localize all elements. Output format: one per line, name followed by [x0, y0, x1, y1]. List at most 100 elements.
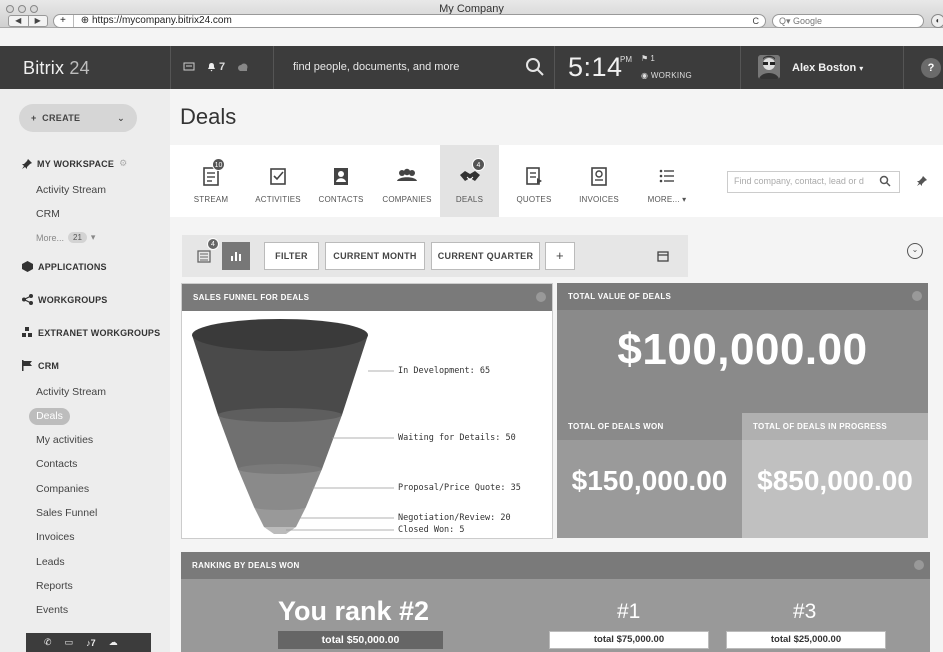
rank-3: #3 — [793, 600, 817, 623]
sidebar-item-events[interactable]: Events — [36, 604, 68, 616]
tab-deals[interactable]: DEALS — [440, 145, 499, 217]
global-search-input[interactable]: find people, documents, and more — [293, 61, 459, 73]
tab-invoices[interactable]: INVOICES — [570, 145, 628, 217]
working-status[interactable]: ◉ WORKING — [641, 71, 692, 80]
tasks-flag[interactable]: ⚑ 1 — [641, 54, 655, 63]
gear-icon[interactable] — [912, 291, 922, 301]
sidebar-item-leads[interactable]: Leads — [36, 556, 65, 568]
funnel-label-4: Negotiation/Review: 20 — [398, 513, 511, 523]
chevron-down-icon: ▾ — [90, 232, 96, 242]
ranking-widget: RANKING BY DEALS WON You rank #2 total $… — [181, 552, 930, 652]
create-button[interactable]: + CREATE ⌄ — [19, 104, 137, 132]
share-icon — [22, 294, 33, 305]
gear-icon[interactable]: ⚙ — [119, 158, 127, 169]
globe-icon: ⊕ — [80, 15, 90, 26]
contacts-icon — [334, 168, 348, 185]
extranet-icon — [22, 327, 32, 337]
bell-icon — [208, 63, 215, 72]
funnel-label-5: Closed Won: 5 — [398, 525, 465, 535]
rank-3-total: total $25,000.00 — [726, 631, 886, 649]
deals-in-progress-amount: $850,000.00 — [757, 465, 913, 496]
chevron-down-icon[interactable]: ⌄ — [907, 243, 923, 259]
add-filter-button[interactable]: + — [545, 242, 575, 270]
window-titlebar: My Company ◀ ▶ + ⊕ https://mycompany.bit… — [0, 0, 943, 28]
tab-contacts[interactable]: CONTACTS — [313, 145, 369, 217]
sidebar-section-applications[interactable]: APPLICATIONS — [22, 261, 107, 272]
gear-icon[interactable] — [914, 560, 924, 570]
add-bookmark-icon[interactable]: + — [60, 15, 74, 27]
current-month-button[interactable]: CURRENT MONTH — [325, 242, 425, 270]
sidebar-more[interactable]: More... 21 ▾ — [36, 232, 95, 243]
notifications-bell[interactable]: 7 — [207, 61, 225, 73]
funnel-stage-5[interactable] — [264, 527, 296, 534]
tab-activities[interactable]: ACTIVITIES — [249, 145, 307, 217]
sidebar-item-my-activities[interactable]: My activities — [36, 434, 93, 446]
user-menu[interactable]: Alex Boston ▾ — [792, 62, 863, 74]
sidebar-item-reports[interactable]: Reports — [36, 580, 73, 592]
bar-chart-icon — [231, 252, 241, 261]
gear-icon[interactable] — [536, 292, 546, 302]
funnel-rim-2 — [218, 408, 342, 422]
current-quarter-button[interactable]: CURRENT QUARTER — [431, 242, 540, 270]
browser-search-input[interactable]: Q▾ Google — [772, 14, 924, 28]
sidebar-item-deals[interactable]: Deals — [29, 408, 70, 425]
sidebar-item-crm-activity-stream[interactable]: Activity Stream — [36, 386, 106, 398]
sidebar-section-extranet[interactable]: EXTRANET WORKGROUPS — [22, 327, 160, 338]
crm-search-input[interactable]: Find company, contact, lead or d — [727, 171, 900, 193]
pin-icon[interactable] — [917, 176, 927, 186]
calendar-icon[interactable] — [657, 251, 669, 262]
sidebar-item-contacts[interactable]: Contacts — [36, 458, 77, 470]
sidebar-item-activity-stream[interactable]: Activity Stream — [36, 184, 106, 196]
deals-badge: 4 — [472, 158, 485, 171]
deals-won-amount: $150,000.00 — [571, 465, 728, 496]
chat-icon[interactable] — [183, 62, 195, 72]
chevron-down-icon: ▾ — [859, 64, 864, 73]
sidebar-item-companies[interactable]: Companies — [36, 483, 89, 495]
page-title: Deals — [180, 104, 237, 129]
browser-action-icon[interactable]: ◐ — [931, 14, 943, 28]
chat-icon[interactable]: ▭ — [65, 637, 74, 648]
bottom-toolbar: ✆ ▭ ♪7 ☁ — [26, 633, 151, 652]
funnel-label-2: Waiting for Details: 50 — [398, 433, 516, 443]
your-rank: You rank #2 — [278, 596, 430, 626]
cloud-icon[interactable] — [237, 63, 249, 72]
sidebar-item-sales-funnel[interactable]: Sales Funnel — [36, 507, 97, 519]
funnel-stage-2[interactable] — [218, 415, 342, 469]
rank-1-total: total $75,000.00 — [549, 631, 709, 649]
search-icon[interactable] — [879, 175, 891, 187]
tab-quotes[interactable]: QUOTES — [508, 145, 560, 217]
funnel-chart — [192, 319, 394, 534]
avatar[interactable] — [758, 55, 780, 79]
help-button[interactable]: ? — [921, 58, 941, 78]
cloud-icon[interactable]: ☁ — [109, 637, 118, 648]
back-icon[interactable]: ◀ — [9, 16, 29, 26]
sidebar-item-crm[interactable]: CRM — [36, 208, 60, 220]
widget-view-button[interactable] — [222, 242, 250, 270]
quotes-icon — [526, 167, 542, 185]
stream-badge: 10 — [212, 158, 225, 171]
tab-more[interactable]: MORE... ▾ — [638, 145, 696, 217]
url-text: https://mycompany.bitrix24.com — [91, 15, 232, 26]
forward-icon[interactable]: ▶ — [29, 16, 48, 26]
sidebar-section-crm[interactable]: CRM — [22, 360, 59, 371]
tab-stream[interactable]: STREAM — [182, 145, 240, 217]
chevron-down-icon: ⌄ — [117, 113, 125, 123]
total-value-title: TOTAL VALUE OF DEALS — [557, 283, 928, 310]
url-bar[interactable]: + ⊕ https://mycompany.bitrix24.com C — [53, 14, 766, 28]
sidebar-section-my-workspace[interactable]: MY WORKSPACE ⚙ — [22, 158, 127, 169]
funnel-top — [192, 319, 368, 351]
filter-button[interactable]: FILTER — [264, 242, 319, 270]
notifications-bell[interactable]: ♪7 — [86, 638, 96, 648]
reload-icon[interactable]: C — [753, 15, 760, 27]
sidebar-item-invoices[interactable]: Invoices — [36, 531, 75, 543]
tab-companies[interactable]: COMPANIES — [376, 145, 438, 217]
phone-icon[interactable]: ✆ — [44, 637, 52, 648]
sidebar: + CREATE ⌄ MY WORKSPACE ⚙ Activity Strea… — [0, 89, 170, 652]
funnel-label-1: In Development: 65 — [398, 366, 491, 376]
deals-won-title: TOTAL OF DEALS WON — [557, 413, 742, 440]
search-icon[interactable] — [525, 57, 545, 77]
clock-time[interactable]: 5:14 — [568, 52, 623, 83]
sidebar-section-workgroups[interactable]: WORKGROUPS — [22, 294, 108, 305]
funnel-stage-3[interactable] — [238, 469, 322, 507]
bitrix-logo[interactable]: Bitrix 24 — [23, 58, 90, 79]
